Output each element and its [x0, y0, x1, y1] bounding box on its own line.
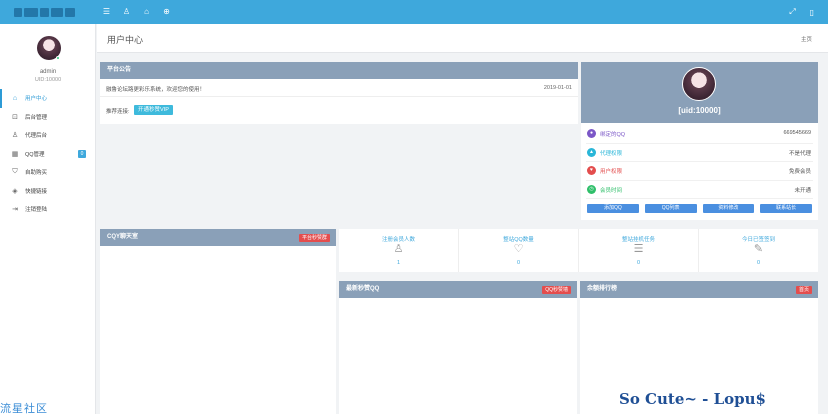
layers-icon: ◈: [12, 187, 18, 195]
top-bar: ☰ ♙ ⌂ ⊕ ⤢ ▯: [0, 0, 828, 24]
heart-outline-icon: ♡: [513, 243, 524, 255]
profile-uid: [uid:10000]: [678, 106, 721, 115]
divider: [100, 96, 578, 97]
stat-registered-users: 注册会员人数 ♙ 1: [339, 229, 459, 272]
notice-panel: 平台公告 融鲁论坛路更彩乐系统，欢迎您的使用！ 2019-01-01 推荐连接:…: [100, 62, 578, 124]
sidebar-item-agent[interactable]: ♙ 代理后台: [0, 126, 96, 145]
vip-button[interactable]: 开通秒赞VIP: [134, 105, 173, 115]
stats-bar: 注册会员人数 ♙ 1 整站QQ数量 ♡ 0 整站挂机任务 ☰ 0 今日已签签到 …: [339, 229, 818, 272]
latest-qq-badge[interactable]: QQ秒赞墙: [542, 286, 571, 294]
user-icon[interactable]: ♙: [122, 8, 131, 16]
page-header: 用户中心 主页: [97, 24, 828, 53]
notice-text: 融鲁论坛路更彩乐系统，欢迎您的使用！: [106, 87, 206, 93]
watermark-left: 流星社区: [0, 403, 48, 414]
recommend-label: 推荐连接:: [106, 109, 130, 115]
stat-value: 0: [516, 260, 521, 266]
sidebar-item-label: 快捷链接: [25, 188, 48, 195]
chat-badge[interactable]: 平台秒赞群: [298, 234, 330, 242]
sidebar-item-label: 用户中心: [25, 96, 48, 103]
logout-icon: ⇥: [12, 206, 18, 214]
edit-profile-button[interactable]: 资料修改: [702, 204, 755, 213]
sidebar-item-quick-links[interactable]: ◈ 快捷链接: [0, 182, 96, 201]
page-title: 用户中心: [107, 35, 144, 45]
stat-tasks: 整站挂机任务 ☰ 0: [579, 229, 699, 272]
profile-row-value: 免费会员: [788, 169, 811, 175]
sidebar-item-self-purchase[interactable]: ⛉ 自助购买: [0, 163, 96, 182]
sidebar-menu: ⌂ 用户中心 ⊡ 后台管理 ♙ 代理后台 ▦ QQ管理 0 ⛉ 自助购买 ◈ 快…: [0, 89, 96, 219]
profile-header: [uid:10000]: [581, 62, 818, 123]
lock-icon[interactable]: ⌂: [142, 8, 151, 16]
home-icon: ⌂: [12, 94, 18, 102]
ranking-title: 余额排行榜: [580, 281, 818, 298]
sidebar-item-admin[interactable]: ⊡ 后台管理: [0, 108, 96, 127]
brand-logo[interactable]: [0, 0, 96, 24]
notice-date: 2019-01-01: [543, 85, 572, 91]
stat-value: 0: [756, 260, 761, 266]
sidebar-item-user-center[interactable]: ⌂ 用户中心: [0, 89, 96, 108]
stat-signins: 今日已签签到 ✎ 0: [699, 229, 818, 272]
list-icon: ☰: [633, 243, 644, 255]
profile-actions: 添加QQ QQ列表 资料修改 联系站长: [587, 204, 812, 213]
contact-admin-button[interactable]: 联系站长: [760, 204, 812, 213]
profile-row-agent: ▲ 代理权限 不是代理: [586, 144, 813, 162]
clock-icon: ◷: [587, 184, 596, 194]
edit-icon: ✎: [753, 243, 764, 255]
user-icon: ♙: [11, 132, 19, 140]
chat-panel: CQY聊天室 平台秒赞群: [100, 229, 336, 414]
user-outline-icon: ♙: [393, 243, 404, 255]
sidebar-username: admin: [39, 69, 57, 75]
sidebar: admin UID:10000 ⌂ 用户中心 ⊡ 后台管理 ♙ 代理后台 ▦ Q…: [0, 24, 96, 414]
ranking-badge[interactable]: 首页: [795, 286, 812, 294]
stat-qq-count: 整站QQ数量 ♡ 0: [459, 229, 579, 272]
sidebar-item-label: 代理后台: [25, 133, 48, 140]
menu-icon[interactable]: ☰: [102, 8, 111, 16]
stat-value: 1: [396, 260, 401, 266]
grid-icon: ▦: [11, 150, 19, 158]
qq-icon: ●: [587, 129, 596, 138]
online-status-dot: [56, 56, 60, 60]
profile-row-value: 669545669: [783, 130, 811, 136]
breadcrumb[interactable]: 主页: [801, 35, 812, 43]
shield-icon: ▲: [587, 147, 596, 157]
profile-row-value: 不是代理: [788, 150, 811, 157]
watermark-right: So Cute~ - Lopu$: [619, 390, 766, 408]
stat-value: 0: [636, 260, 641, 266]
profile-row-value: 未开通: [794, 187, 811, 194]
sidebar-uid: UID:10000: [34, 77, 62, 83]
profile-card: [uid:10000] ● 绑定的QQ 669545669 ▲ 代理权限 不是代…: [581, 62, 818, 220]
plus-circle-icon[interactable]: ⊕: [162, 8, 171, 16]
profile-row-permission: ♥ 用户权限 免费会员: [586, 162, 813, 181]
sidebar-item-label: QQ管理: [25, 151, 45, 158]
profile-row-label: 代理权限: [600, 150, 623, 157]
fullscreen-icon[interactable]: ⤢: [789, 7, 795, 17]
profile-row-qq: ● 绑定的QQ 669545669: [586, 125, 813, 144]
bag-icon: ⛉: [12, 168, 18, 176]
profile-row-member-time: ◷ 会员时间 未开通: [586, 181, 813, 199]
latest-qq-panel: 最新秒赞QQ QQ秒赞墙: [339, 281, 577, 414]
sidebar-item-label: 注销登陆: [25, 207, 48, 214]
qq-list-button[interactable]: QQ列表: [644, 204, 697, 213]
heart-icon: ♥: [587, 166, 596, 175]
window-icon[interactable]: ▯: [810, 8, 814, 17]
lock-icon: ⊡: [12, 113, 18, 121]
profile-avatar[interactable]: [682, 67, 716, 101]
sidebar-item-qq-manage[interactable]: ▦ QQ管理 0: [0, 145, 96, 164]
add-qq-button[interactable]: 添加QQ: [587, 204, 639, 213]
profile-row-label: 绑定的QQ: [600, 132, 626, 138]
notice-title: 平台公告: [100, 62, 578, 79]
sidebar-item-logout[interactable]: ⇥ 注销登陆: [0, 200, 96, 219]
sidebar-item-label: 自助购买: [25, 170, 48, 177]
profile-row-label: 用户权限: [600, 169, 623, 175]
qq-count-badge: 0: [78, 149, 86, 158]
profile-row-label: 会员时间: [600, 187, 623, 194]
sidebar-item-label: 后台管理: [25, 114, 48, 121]
